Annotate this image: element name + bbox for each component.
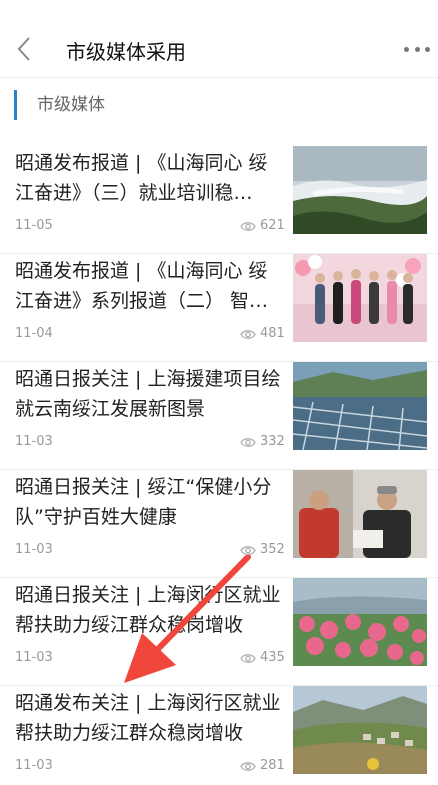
view-count-value: 435 — [260, 650, 285, 665]
eye-icon — [240, 437, 256, 447]
article-thumbnail[interactable] — [293, 254, 427, 342]
view-count-value: 332 — [260, 434, 285, 449]
top-bar: 市级媒体采用 — [0, 0, 438, 78]
view-count: 332 — [240, 434, 285, 450]
article-date: 11-03 — [15, 758, 53, 773]
more-options-icon[interactable] — [404, 44, 430, 54]
article-date: 11-03 — [15, 542, 53, 557]
article-thumbnail[interactable] — [293, 470, 427, 558]
section-heading: 市级媒体 — [14, 90, 105, 120]
article-title[interactable]: 昭通发布报道 | 《山海同心 绥江奋进》系列报道（二） 智… — [15, 256, 283, 316]
article-title[interactable]: 昭通日报关注 | 绥江“保健小分队”守护百姓大健康 — [15, 472, 283, 532]
article-title[interactable]: 昭通发布报道 | 《山海同心 绥江奋进》（三）就业培训稳… — [15, 148, 283, 208]
article-thumbnail[interactable] — [293, 578, 427, 666]
article-date: 11-05 — [15, 218, 53, 233]
eye-icon — [240, 545, 256, 555]
article-date: 11-04 — [15, 326, 53, 341]
article-title[interactable]: 昭通发布关注 | 上海闵行区就业帮扶助力绥江群众稳岗增收 — [15, 688, 283, 748]
list-item[interactable]: 昭通发布报道 | 《山海同心 绥江奋进》（三）就业培训稳… 11-05 621 — [0, 146, 438, 254]
article-date: 11-03 — [15, 434, 53, 449]
article-title[interactable]: 昭通日报关注 | 上海援建项目绘就云南绥江发展新图景 — [15, 364, 283, 424]
back-chevron-icon[interactable] — [14, 34, 36, 64]
view-count-value: 621 — [260, 218, 285, 233]
article-thumbnail[interactable] — [293, 362, 427, 450]
eye-icon — [240, 221, 256, 231]
view-count: 621 — [240, 218, 285, 234]
view-count-value: 281 — [260, 758, 285, 773]
list-item[interactable]: 昭通发布关注 | 上海闵行区就业帮扶助力绥江群众稳岗增收 11-03 281 — [0, 686, 438, 785]
eye-icon — [240, 329, 256, 339]
view-count-value: 352 — [260, 542, 285, 557]
article-thumbnail[interactable] — [293, 146, 427, 234]
article-date: 11-03 — [15, 650, 53, 665]
view-count: 281 — [240, 758, 285, 774]
view-count-value: 481 — [260, 326, 285, 341]
list-item[interactable]: 昭通日报关注 | 上海援建项目绘就云南绥江发展新图景 11-03 332 — [0, 362, 438, 470]
article-thumbnail[interactable] — [293, 686, 427, 774]
view-count: 481 — [240, 326, 285, 342]
list-item[interactable]: 昭通发布报道 | 《山海同心 绥江奋进》系列报道（二） 智… 11-04 481 — [0, 254, 438, 362]
eye-icon — [240, 761, 256, 771]
page-title: 市级媒体采用 — [66, 40, 186, 64]
red-arrow-annotation — [124, 555, 251, 683]
